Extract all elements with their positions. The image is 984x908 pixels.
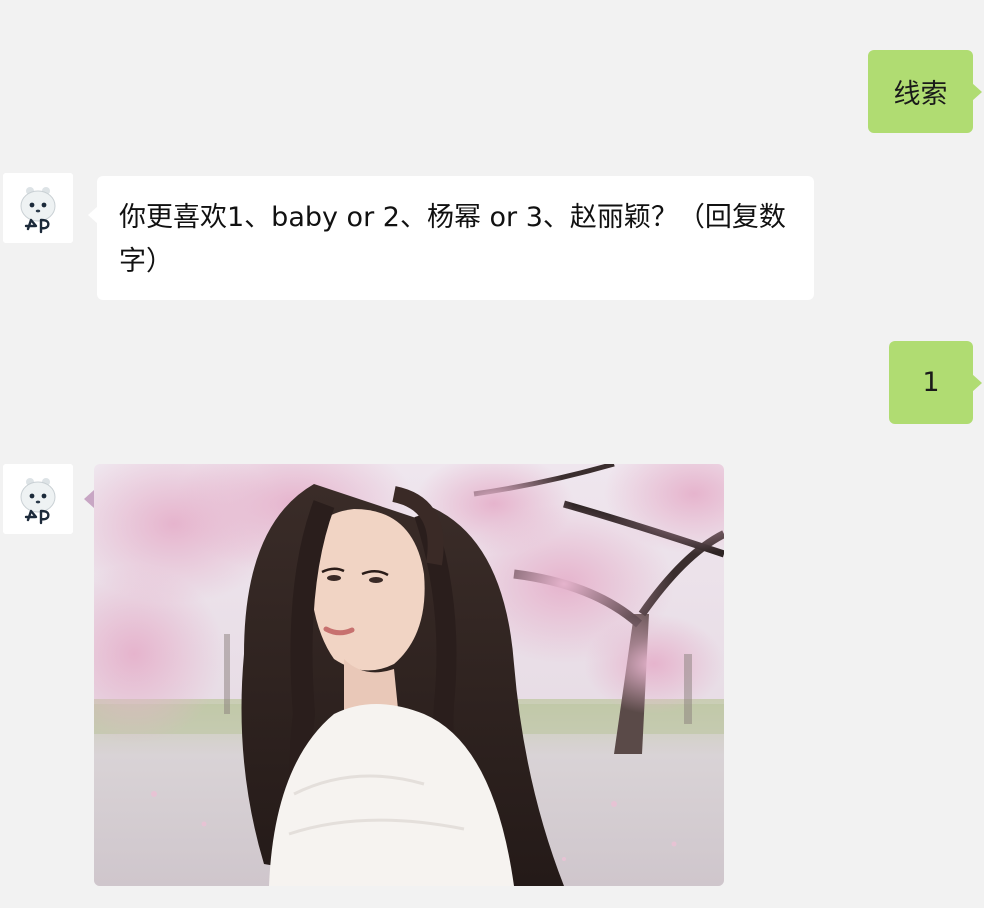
sender-avatar[interactable]: [3, 173, 73, 243]
outgoing-message-bubble[interactable]: 线索: [868, 50, 982, 133]
message-text: 1: [922, 367, 940, 398]
sender-avatar[interactable]: [3, 464, 73, 534]
image-message[interactable]: [94, 464, 724, 886]
outgoing-message-bubble[interactable]: 1: [889, 341, 982, 424]
message-text: 你更喜欢1、baby or 2、杨幂 or 3、赵丽颖？（回复数字）: [119, 202, 786, 277]
panda-avatar-icon: [3, 173, 73, 243]
message-text: 线索: [893, 79, 948, 110]
image-bubble-tail: [84, 490, 94, 508]
cherry-blossom-portrait-photo: [94, 464, 724, 886]
panda-avatar-icon: [3, 464, 73, 534]
incoming-message-bubble[interactable]: 你更喜欢1、baby or 2、杨幂 or 3、赵丽颖？（回复数字）: [88, 176, 814, 300]
